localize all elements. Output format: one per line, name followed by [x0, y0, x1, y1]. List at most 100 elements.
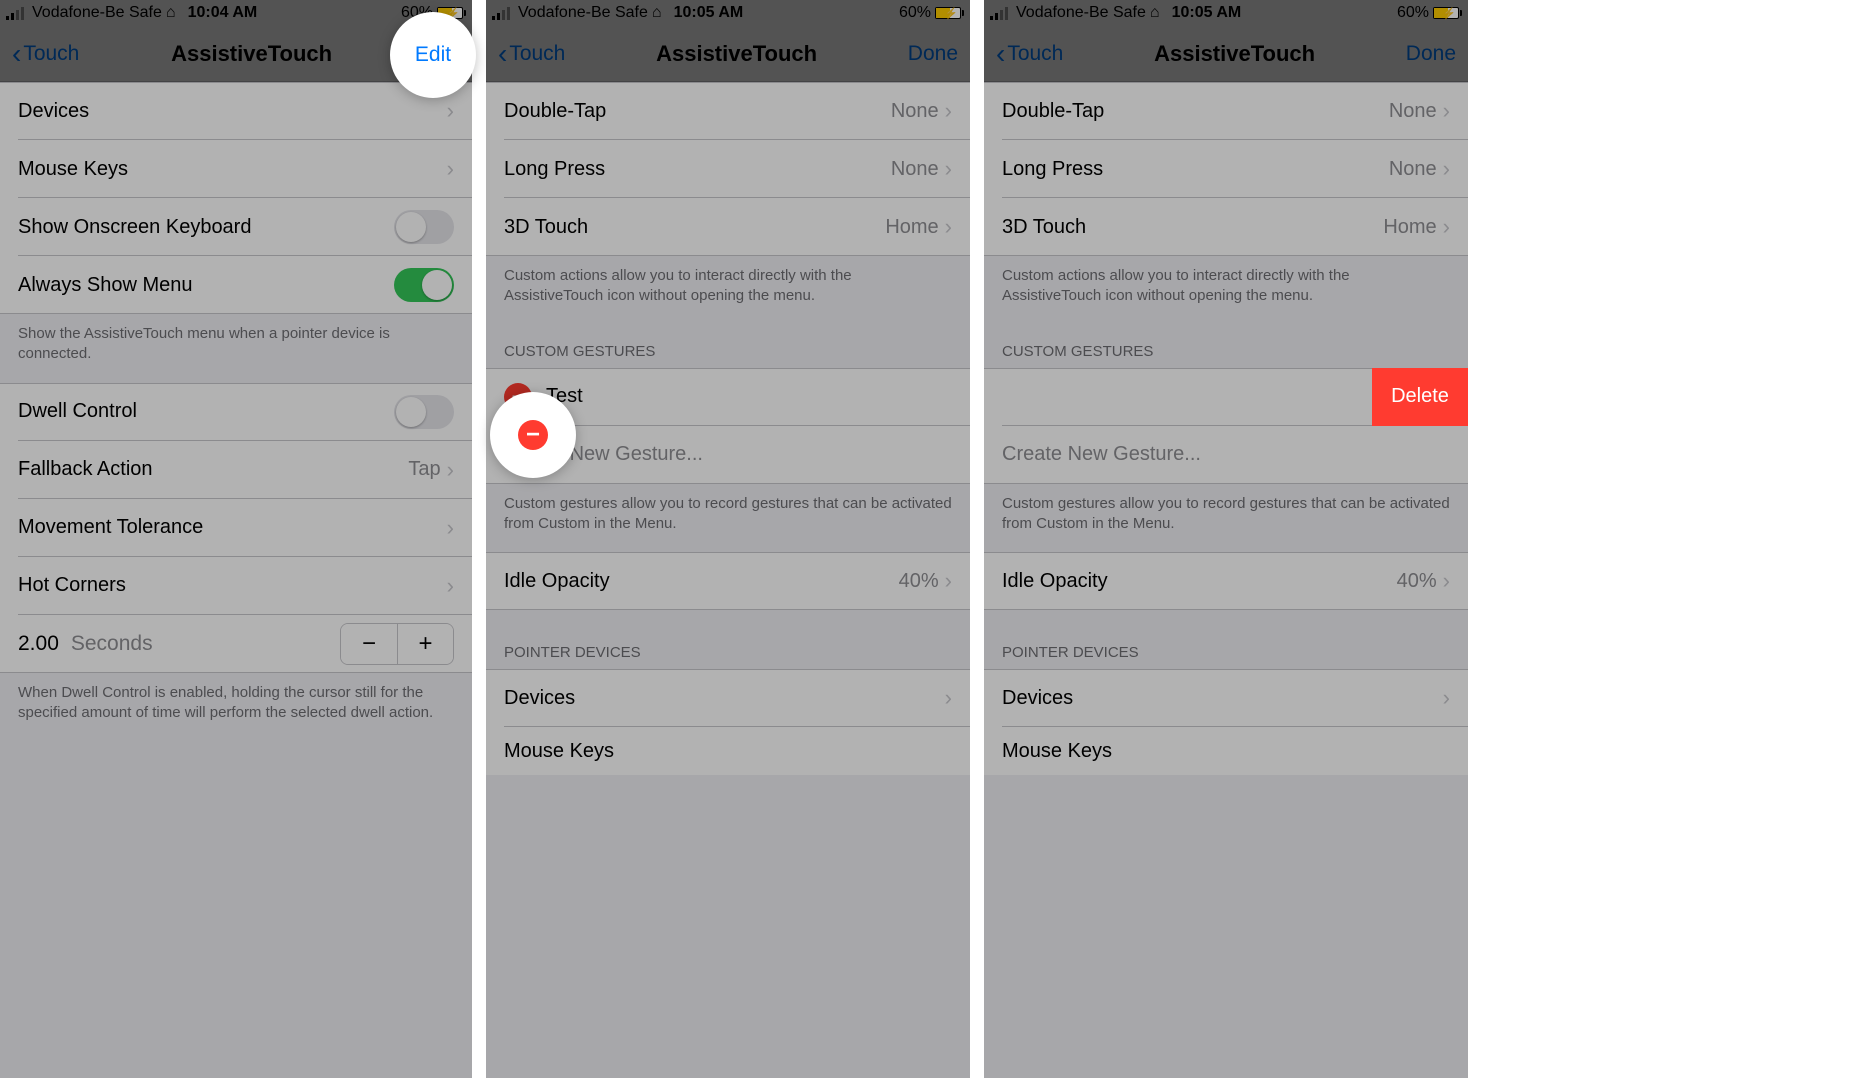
battery-percent: 60% — [899, 4, 931, 22]
row-devices[interactable]: Devices › — [984, 669, 1468, 727]
status-bar: Vodafone-Be Safe ⌂ 10:04 AM 60% ⚡ — [0, 0, 472, 26]
row-gesture-test-swiped[interactable]: st Delete — [984, 368, 1468, 426]
done-button[interactable]: Done — [908, 42, 958, 66]
cell-label: Double-Tap — [504, 100, 891, 123]
row-idle-opacity[interactable]: Idle Opacity 40% › — [486, 552, 970, 610]
cell-label: 3D Touch — [1002, 216, 1383, 239]
cell-label: Mouse Keys — [1002, 740, 1450, 763]
row-3d-touch[interactable]: 3D Touch Home › — [486, 198, 970, 256]
chevron-right-icon: › — [447, 98, 454, 124]
screen-delete-confirm: Vodafone-Be Safe ⌂ 10:05 AM 60% ⚡ ‹ Touc… — [984, 0, 1468, 1078]
row-double-tap[interactable]: Double-Tap None › — [984, 82, 1468, 140]
cell-label: Mouse Keys — [504, 740, 952, 763]
seconds-label: Seconds — [71, 632, 340, 656]
cell-value: 40% — [1397, 570, 1437, 593]
battery-icon: ⚡ — [1433, 7, 1462, 19]
status-time: 10:05 AM — [674, 4, 744, 22]
cell-label: Long Press — [1002, 158, 1389, 181]
row-dwell-control[interactable]: Dwell Control — [0, 383, 472, 441]
switch-off[interactable] — [394, 210, 454, 244]
cell-label: Always Show Menu — [18, 274, 394, 297]
cell-label: Mouse Keys — [18, 158, 447, 181]
section-footer: Custom actions allow you to interact dir… — [486, 256, 970, 325]
row-movement-tolerance[interactable]: Movement Tolerance › — [0, 499, 472, 557]
status-time: 10:05 AM — [1172, 4, 1242, 22]
cell-label: Devices — [1002, 687, 1443, 710]
delete-minus-icon[interactable]: − — [518, 420, 548, 450]
back-label: Touch — [23, 42, 79, 66]
nav-bar: ‹ Touch AssistiveTouch Done — [984, 26, 1468, 82]
section-header-pointer-devices: POINTER DEVICES — [984, 610, 1468, 669]
chevron-right-icon: › — [1443, 685, 1450, 711]
chevron-right-icon: › — [447, 515, 454, 541]
wifi-icon: ⌂ — [652, 4, 662, 22]
chevron-right-icon: › — [945, 568, 952, 594]
chevron-right-icon: › — [945, 156, 952, 182]
cell-label: Devices — [18, 100, 447, 123]
cell-label: Devices — [504, 687, 945, 710]
row-mouse-keys[interactable]: Mouse Keys — [486, 727, 970, 775]
row-always-show-menu[interactable]: Always Show Menu — [0, 256, 472, 314]
edit-button[interactable]: Edit — [415, 43, 451, 67]
switch-off[interactable] — [394, 395, 454, 429]
section-footer: When Dwell Control is enabled, holding t… — [0, 673, 472, 742]
done-button[interactable]: Done — [1406, 42, 1456, 66]
cell-value: 40% — [899, 570, 939, 593]
back-label: Touch — [1007, 42, 1063, 66]
row-fallback-action[interactable]: Fallback Action Tap › — [0, 441, 472, 499]
chevron-left-icon: ‹ — [498, 40, 507, 68]
nav-bar: ‹ Touch AssistiveTouch Done — [486, 26, 970, 82]
stepper-plus-button[interactable]: + — [397, 624, 453, 664]
delete-button[interactable]: Delete — [1372, 368, 1468, 426]
stepper-minus-button[interactable]: − — [341, 624, 397, 664]
row-hot-corners[interactable]: Hot Corners › — [0, 557, 472, 615]
back-button[interactable]: ‹ Touch — [12, 40, 79, 68]
section-footer: Show the AssistiveTouch menu when a poin… — [0, 314, 472, 383]
battery-percent: 60% — [1397, 4, 1429, 22]
chevron-right-icon: › — [1443, 568, 1450, 594]
carrier-label: Vodafone-Be Safe — [1016, 4, 1146, 22]
cell-label: Test — [546, 385, 952, 408]
row-show-onscreen-keyboard[interactable]: Show Onscreen Keyboard — [0, 198, 472, 256]
row-long-press[interactable]: Long Press None › — [486, 140, 970, 198]
cell-label: Fallback Action — [18, 458, 408, 481]
chevron-left-icon: ‹ — [996, 40, 1005, 68]
section-footer: Custom gestures allow you to record gest… — [984, 484, 1468, 553]
cellular-signal-icon — [990, 7, 1008, 20]
screenshot-triptych: Vodafone-Be Safe ⌂ 10:04 AM 60% ⚡ ‹ Touc… — [0, 0, 1850, 1078]
chevron-right-icon: › — [945, 685, 952, 711]
screen-edit-button: Vodafone-Be Safe ⌂ 10:04 AM 60% ⚡ ‹ Touc… — [0, 0, 472, 1078]
highlight-edit: Edit — [390, 12, 476, 98]
carrier-label: Vodafone-Be Safe — [32, 4, 162, 22]
row-devices[interactable]: Devices › — [0, 82, 472, 140]
cell-value: None — [891, 100, 939, 123]
row-create-new-gesture[interactable]: Create New Gesture... — [984, 426, 1468, 484]
switch-on[interactable] — [394, 268, 454, 302]
row-double-tap[interactable]: Double-Tap None › — [486, 82, 970, 140]
row-long-press[interactable]: Long Press None › — [984, 140, 1468, 198]
chevron-right-icon: › — [945, 214, 952, 240]
screen-delete-minus: Vodafone-Be Safe ⌂ 10:05 AM 60% ⚡ ‹ Touc… — [486, 0, 970, 1078]
cell-value: Home — [1383, 216, 1436, 239]
cell-label: Show Onscreen Keyboard — [18, 216, 394, 239]
cell-label: 3D Touch — [504, 216, 885, 239]
section-header-pointer-devices: POINTER DEVICES — [486, 610, 970, 669]
chevron-right-icon: › — [447, 573, 454, 599]
battery-icon: ⚡ — [935, 7, 964, 19]
back-button[interactable]: ‹ Touch — [996, 40, 1063, 68]
back-button[interactable]: ‹ Touch — [498, 40, 565, 68]
status-bar: Vodafone-Be Safe ⌂ 10:05 AM 60% ⚡ — [984, 0, 1468, 26]
nav-title: AssistiveTouch — [171, 41, 332, 67]
row-devices[interactable]: Devices › — [486, 669, 970, 727]
status-time: 10:04 AM — [188, 4, 258, 22]
seconds-stepper[interactable]: − + — [340, 623, 454, 665]
section-header-custom-gestures: CUSTOM GESTURES — [984, 325, 1468, 368]
row-mouse-keys[interactable]: Mouse Keys — [984, 727, 1468, 775]
row-3d-touch[interactable]: 3D Touch Home › — [984, 198, 1468, 256]
chevron-right-icon: › — [1443, 214, 1450, 240]
nav-title: AssistiveTouch — [1154, 41, 1315, 67]
chevron-left-icon: ‹ — [12, 40, 21, 68]
row-idle-opacity[interactable]: Idle Opacity 40% › — [984, 552, 1468, 610]
wifi-icon: ⌂ — [1150, 4, 1160, 22]
row-mouse-keys[interactable]: Mouse Keys › — [0, 140, 472, 198]
